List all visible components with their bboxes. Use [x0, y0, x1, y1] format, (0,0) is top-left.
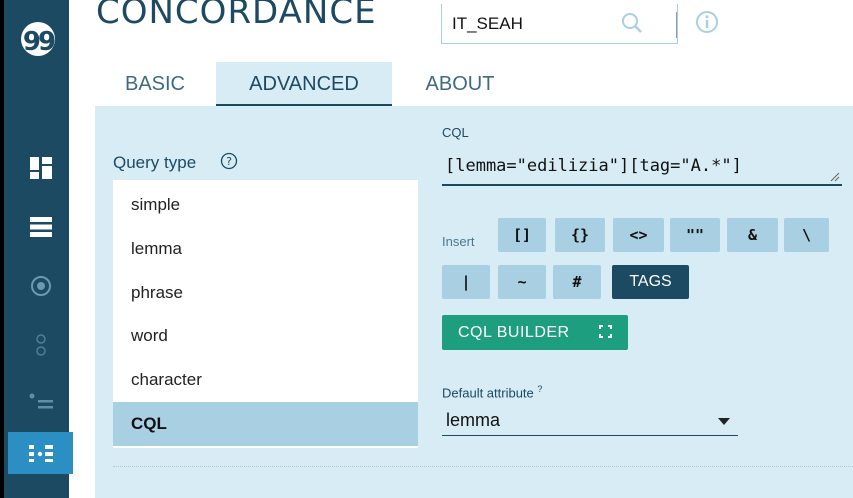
query-type-option[interactable]: word [113, 314, 418, 358]
insert-hash-button[interactable]: # [553, 265, 601, 299]
tab-basic[interactable]: BASIC [100, 62, 210, 106]
tags-button[interactable]: TAGS [612, 265, 689, 299]
query-type-option-selected[interactable]: CQL [113, 402, 418, 446]
resize-grip-icon[interactable] [830, 172, 840, 182]
sidebar-rail: 99 [0, 0, 73, 498]
target-icon[interactable] [8, 266, 73, 306]
tab-advanced[interactable]: ADVANCED [216, 62, 392, 106]
default-attribute-help[interactable]: ? [537, 384, 542, 394]
cql-label: CQL [442, 125, 469, 140]
insert-braces-button[interactable]: {} [555, 218, 605, 252]
help-icon[interactable]: ? [220, 152, 238, 175]
divider [113, 466, 853, 467]
insert-quotes-button[interactable]: "" [670, 218, 720, 252]
cql-builder-button[interactable]: CQL BUILDER [442, 315, 628, 350]
divider [676, 12, 677, 38]
cql-builder-label: CQL BUILDER [458, 324, 570, 341]
insert-brackets-button[interactable]: [] [498, 218, 546, 252]
query-type-option[interactable]: character [113, 358, 418, 402]
dots-vertical-icon[interactable] [8, 325, 73, 365]
query-type-option[interactable]: simple [113, 183, 418, 227]
insert-angle-button[interactable]: <> [613, 218, 664, 252]
dashboard-icon[interactable] [8, 148, 73, 188]
default-attribute-text: Default attribute [442, 385, 534, 401]
svg-text:?: ? [226, 155, 232, 168]
bullet-list-icon[interactable] [8, 382, 73, 422]
insert-backslash-button[interactable]: \ [784, 218, 829, 252]
insert-pipe-button[interactable]: | [442, 265, 490, 299]
dots-grid-icon[interactable] [8, 432, 73, 474]
query-type-label: Query type [113, 153, 197, 172]
corpus-search-box[interactable] [441, 4, 678, 44]
default-attribute-select[interactable]: lemma [442, 404, 738, 436]
corpus-input[interactable] [452, 12, 622, 36]
query-type-option[interactable]: lemma [113, 227, 418, 271]
tab-about[interactable]: ABOUT [400, 62, 520, 106]
query-type-option[interactable]: phrase [113, 271, 418, 315]
page-title: CONCORDANCE [96, 0, 377, 32]
insert-ampersand-button[interactable]: & [727, 218, 778, 252]
insert-label: Insert [442, 234, 475, 249]
default-attribute-label: Default attribute ? [442, 384, 542, 400]
search-icon[interactable] [621, 12, 643, 39]
cql-textarea[interactable]: [lemma="edilizia"][tag="A.*"] [442, 148, 842, 186]
default-attribute-value: lemma [446, 410, 501, 430]
cql-query-text: [lemma="edilizia"][tag="A.*"] [445, 156, 742, 176]
insert-tilde-button[interactable]: ~ [498, 265, 546, 299]
list-icon[interactable] [8, 207, 73, 247]
info-icon[interactable] [695, 10, 719, 39]
app-logo[interactable]: 99 [21, 22, 56, 57]
expand-icon [599, 325, 612, 338]
query-type-list: simple lemma phrase word character CQL [113, 180, 418, 448]
chevron-down-icon [718, 418, 730, 425]
